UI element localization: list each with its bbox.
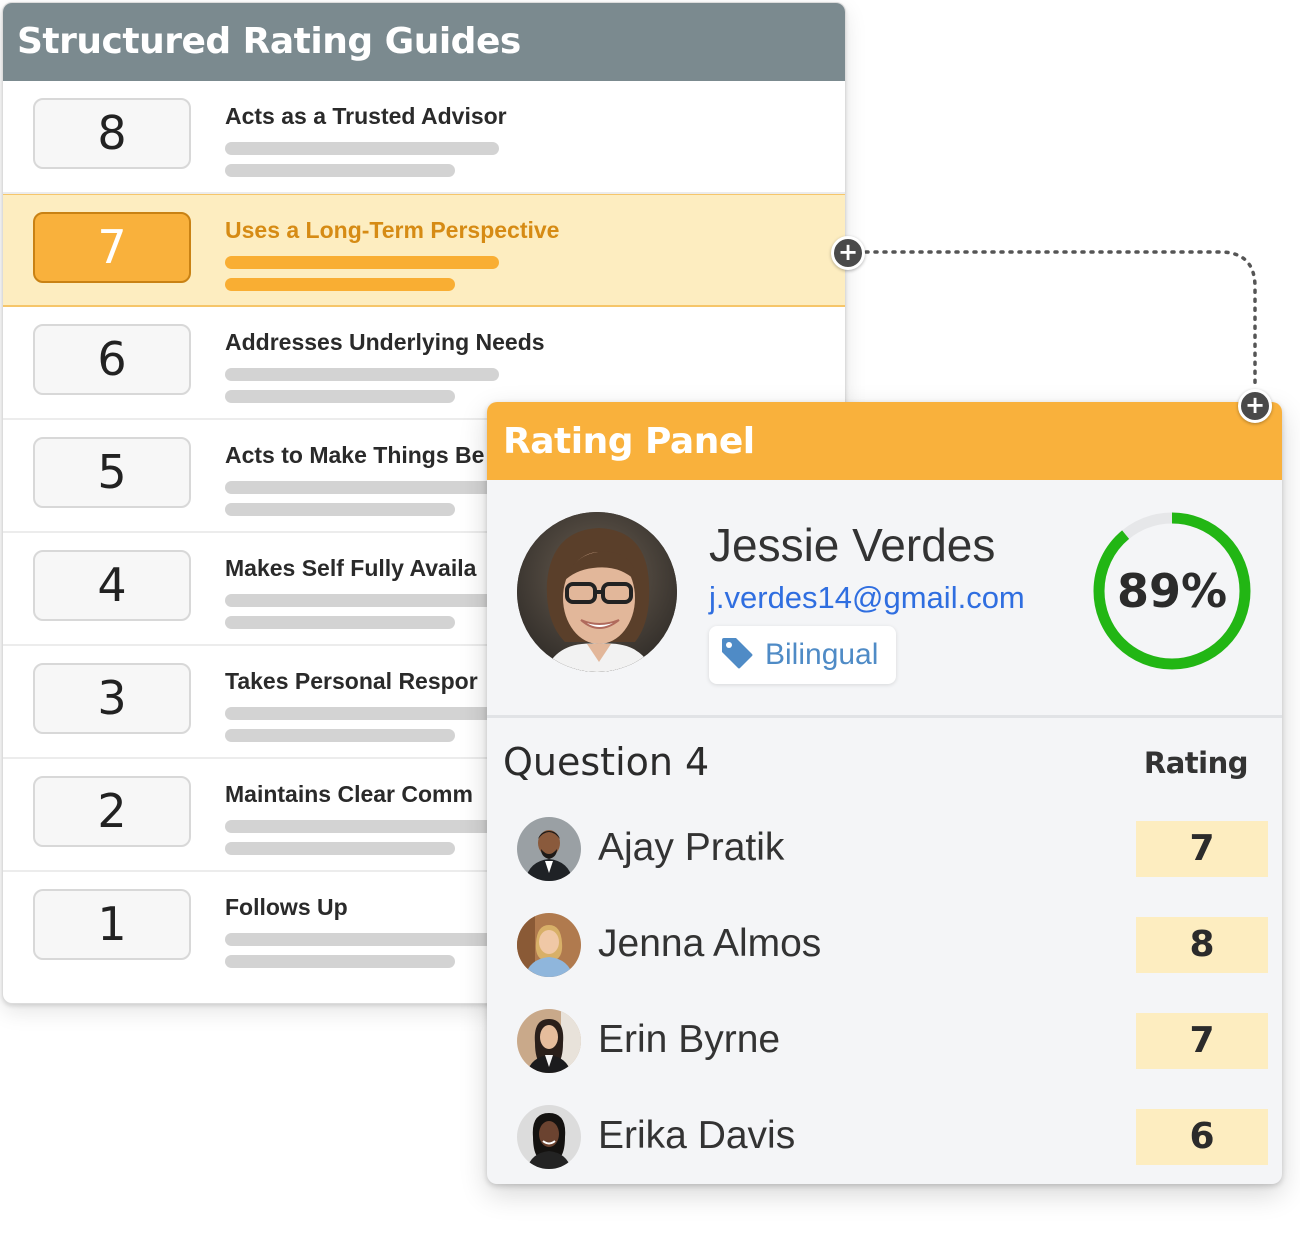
tag-label: Bilingual (765, 638, 879, 671)
rater-rating[interactable]: 7 (1136, 1013, 1268, 1069)
guide-number[interactable]: 4 (33, 550, 191, 621)
rater-avatar (517, 1105, 581, 1169)
placeholder-line (225, 594, 499, 607)
guide-number[interactable]: 6 (33, 324, 191, 395)
rater-row[interactable]: Erin Byrne 7 (487, 1009, 1282, 1073)
placeholder-line (225, 729, 455, 742)
placeholder-line (225, 842, 455, 855)
panel-title: Rating Panel (487, 402, 1282, 480)
guide-label: Maintains Clear Comm (225, 781, 473, 807)
rating-column-header: Rating (1143, 746, 1249, 780)
rater-name: Jenna Almos (598, 922, 822, 965)
rating-panel: Rating Panel Jessie Verdes j.verdes14@gm… (487, 402, 1282, 1184)
guide-row-8[interactable]: 8 Acts as a Trusted Advisor (3, 81, 845, 194)
rater-name: Erika Davis (598, 1114, 796, 1157)
placeholder-line (225, 933, 499, 946)
tag-icon (719, 635, 755, 676)
placeholder-line (225, 707, 499, 720)
rater-rating[interactable]: 7 (1136, 821, 1268, 877)
candidate-email-link[interactable]: j.verdes14@gmail.com (709, 580, 1025, 616)
placeholder-line (225, 481, 499, 494)
guide-label: Acts to Make Things Be (225, 442, 485, 468)
rater-row[interactable]: Erika Davis 6 (487, 1105, 1282, 1169)
guide-number[interactable]: 1 (33, 889, 191, 960)
placeholder-line (225, 256, 499, 269)
guide-number[interactable]: 5 (33, 437, 191, 508)
candidate-name: Jessie Verdes (709, 519, 996, 571)
rater-row[interactable]: Ajay Pratik 7 (487, 817, 1282, 881)
score-ring: 89% (1091, 510, 1253, 672)
plus-icon[interactable]: + (831, 236, 865, 270)
rater-avatar (517, 913, 581, 977)
placeholder-line (225, 503, 455, 516)
candidate-avatar (517, 512, 677, 672)
placeholder-line (225, 390, 455, 403)
placeholder-line (225, 278, 455, 291)
guide-number[interactable]: 8 (33, 98, 191, 169)
rater-name: Erin Byrne (598, 1018, 781, 1061)
guide-row-7-selected[interactable]: 7 Uses a Long-Term Perspective (3, 194, 845, 307)
placeholder-line (225, 164, 455, 177)
rater-name: Ajay Pratik (598, 826, 785, 869)
placeholder-line (225, 820, 499, 833)
rater-rating[interactable]: 8 (1136, 917, 1268, 973)
guide-number[interactable]: 7 (33, 212, 191, 283)
guide-label: Follows Up (225, 894, 348, 920)
guides-title: Structured Rating Guides (3, 3, 845, 81)
guide-label: Takes Personal Respor (225, 668, 478, 694)
rater-rating[interactable]: 6 (1136, 1109, 1268, 1165)
question-title: Question 4 (503, 740, 710, 784)
placeholder-line (225, 368, 499, 381)
candidate-profile: Jessie Verdes j.verdes14@gmail.com Bilin… (487, 480, 1282, 718)
score-percent: 89% (1116, 564, 1228, 618)
guide-number[interactable]: 2 (33, 776, 191, 847)
guide-label: Uses a Long-Term Perspective (225, 217, 560, 243)
rater-avatar (517, 817, 581, 881)
guide-number[interactable]: 3 (33, 663, 191, 734)
plus-icon[interactable]: + (1238, 389, 1272, 423)
placeholder-line (225, 955, 455, 968)
placeholder-line (225, 616, 455, 629)
placeholder-line (225, 142, 499, 155)
rater-avatar (517, 1009, 581, 1073)
guide-label: Makes Self Fully Availa (225, 555, 477, 581)
guide-label: Addresses Underlying Needs (225, 329, 545, 355)
rater-row[interactable]: Jenna Almos 8 (487, 913, 1282, 977)
guide-label: Acts as a Trusted Advisor (225, 103, 507, 129)
bilingual-tag[interactable]: Bilingual (709, 626, 897, 684)
